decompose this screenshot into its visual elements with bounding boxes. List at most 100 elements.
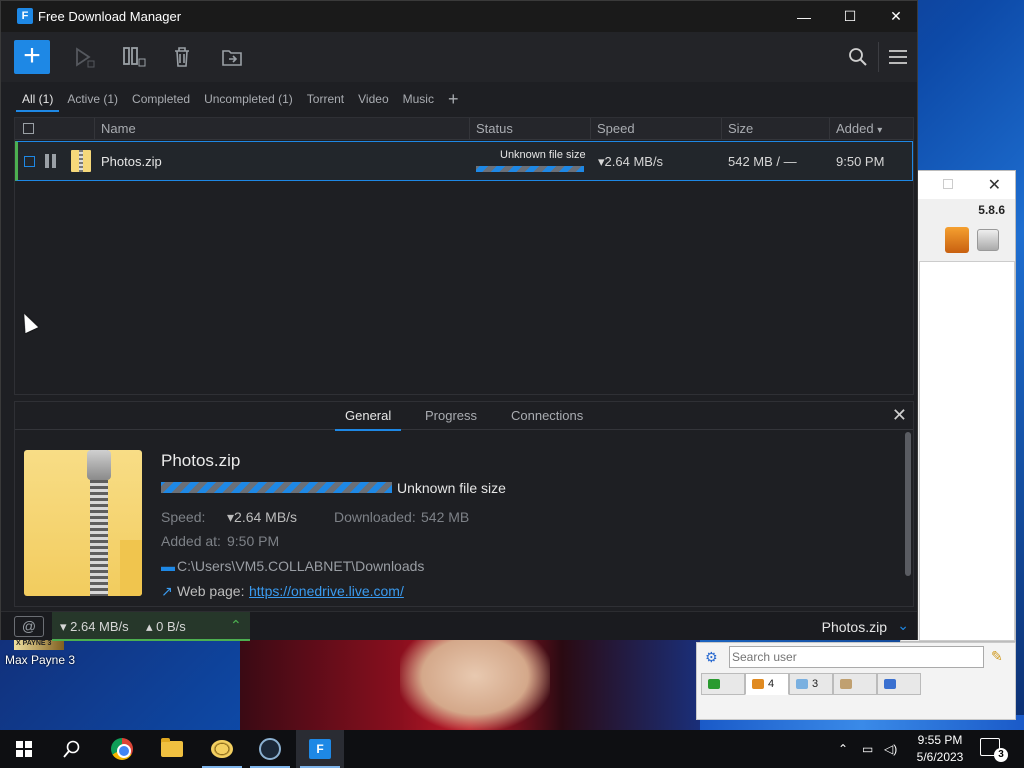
menu-icon[interactable] [885,44,911,70]
select-all-checkbox[interactable] [23,123,34,134]
users-count: 4 [768,678,775,690]
fdm-window[interactable]: F Free Download Manager — ☐ ✕ + All (1) … [0,0,918,641]
upload-speed: ▴ 0 B/s [146,619,186,634]
details-file-name: Photos.zip [161,451,241,470]
chat-client-tabs: 4 3 [701,673,921,695]
volume-icon[interactable]: ◁) [884,730,897,768]
search-user-input[interactable] [729,646,984,668]
clock-date: 5/6/2023 [916,750,964,764]
column-status[interactable]: Status [469,118,590,140]
clear-search-icon[interactable]: ✎ [991,648,1003,665]
window-title: Free Download Manager [38,9,182,24]
tab-torrent[interactable]: Torrent [301,86,350,112]
chrome-taskbar-button[interactable] [98,730,146,768]
maximize-button[interactable] [943,179,953,189]
file-explorer-taskbar-button[interactable] [148,730,196,768]
webpage-label: Web page: [177,583,245,599]
details-progress-bar [161,482,392,493]
details-size-status: Unknown file size [397,480,506,496]
background-app-titlebar[interactable]: ✕ [901,171,1015,199]
speed-summary[interactable]: ▾ 2.64 MB/s ▴ 0 B/s ⌃ [52,612,250,641]
network-icon[interactable]: ▭ [862,730,873,768]
fdm-taskbar-button[interactable]: F [296,730,344,768]
notification-count-badge: 3 [994,748,1008,762]
current-file-label[interactable]: Photos.zip [822,619,887,635]
tab-music[interactable]: Music [397,86,440,112]
speed-limiter-snail-icon[interactable]: @ [14,616,44,637]
sort-desc-icon: ▾ [877,125,883,136]
tab-uncompleted[interactable]: Uncompleted (1) [198,86,299,112]
tab-chat[interactable] [701,673,745,695]
filter-tabs: All (1) Active (1) Completed Uncompleted… [1,82,917,116]
size-value: 542 MB / — [728,154,797,169]
delete-icon[interactable] [169,44,195,70]
external-link-icon: ↗ [161,583,173,599]
bee-app-icon [211,740,233,758]
start-button[interactable] [0,730,48,768]
wallpaper-figure [400,640,550,730]
search-icon[interactable] [845,44,871,70]
chrome-icon [111,738,133,760]
download-path[interactable]: C:\Users\VM5.COLLABNET\Downloads [177,558,424,574]
tab-all[interactable]: All (1) [16,86,60,112]
close-button[interactable]: ✕ [988,175,1001,195]
clock[interactable]: 9:55 PM 5/6/2023 [910,732,970,766]
details-scrollbar[interactable] [905,432,911,576]
chat-client-window[interactable]: ⚙ ✎ 4 3 [696,642,1016,720]
chats-count: 3 [812,678,819,690]
column-speed[interactable]: Speed [590,118,721,140]
webpage-link[interactable]: https://onedrive.live.com/ [249,583,404,599]
add-filter-button[interactable]: + [448,89,459,110]
file-name: Photos.zip [101,154,162,169]
minimize-button[interactable]: — [781,1,827,32]
tab-completed[interactable]: Completed [126,86,196,112]
added-at-label: Added at: [161,533,221,549]
close-details-icon[interactable]: ✕ [892,405,907,426]
max-payne-shortcut-label[interactable]: Max Payne 3 [5,653,75,667]
downloaded-value: 542 MB [421,509,470,525]
tab-active[interactable]: Active (1) [61,86,124,112]
steam-taskbar-button[interactable] [246,730,294,768]
trash-icon[interactable] [977,229,999,251]
close-button[interactable]: ✕ [873,1,919,32]
maximize-button[interactable]: ☐ [827,1,873,32]
add-download-button[interactable]: + [14,40,50,74]
bee-app-taskbar-button[interactable] [198,730,246,768]
folder-icon[interactable]: ▬ [161,558,175,574]
fdm-icon: F [309,739,331,759]
chevron-down-icon[interactable]: ⌄ [897,617,909,634]
list-header: Name Status Speed Size Added ▾ [15,118,913,140]
progress-bar [476,166,584,172]
tray-overflow-icon[interactable]: ⌃ [838,730,848,768]
tab-groups[interactable] [833,673,877,695]
chevron-up-icon[interactable]: ⌃ [230,617,242,634]
row-checkbox[interactable] [24,156,35,167]
pause-icon[interactable] [45,154,57,168]
download-speed: ▾ 2.64 MB/s [60,619,129,634]
move-to-folder-icon[interactable] [219,44,245,70]
tab-transfers[interactable] [877,673,921,695]
resume-icon[interactable] [71,44,97,70]
gear-icon[interactable]: ⚙ [705,649,721,665]
column-size[interactable]: Size [721,118,829,140]
table-row[interactable]: Photos.zip Unknown file size ▾2.64 MB/s … [15,141,913,181]
tab-video[interactable]: Video [352,86,394,112]
steam-icon [259,738,281,760]
titlebar[interactable]: F Free Download Manager — ☐ ✕ [1,1,917,32]
details-tabs: General Progress Connections ✕ [15,402,913,431]
tab-chats[interactable]: 3 [789,673,833,695]
upload-icon[interactable] [945,227,969,253]
fdm-logo-icon: F [17,8,33,24]
pause-all-icon[interactable] [121,44,147,70]
clock-time: 9:55 PM [917,733,963,747]
search-button[interactable] [48,730,96,768]
column-added[interactable]: Added ▾ [829,118,913,140]
tab-connections[interactable]: Connections [501,408,593,429]
tab-general[interactable]: General [335,408,402,431]
toolbar: + [1,32,917,82]
tab-users[interactable]: 4 [745,673,789,695]
background-app-panel [919,261,1015,641]
tab-progress[interactable]: Progress [415,408,487,429]
column-name[interactable]: Name [94,118,469,140]
status-bar: @ ▾ 2.64 MB/s ▴ 0 B/s ⌃ Photos.zip ⌄ [1,611,917,641]
